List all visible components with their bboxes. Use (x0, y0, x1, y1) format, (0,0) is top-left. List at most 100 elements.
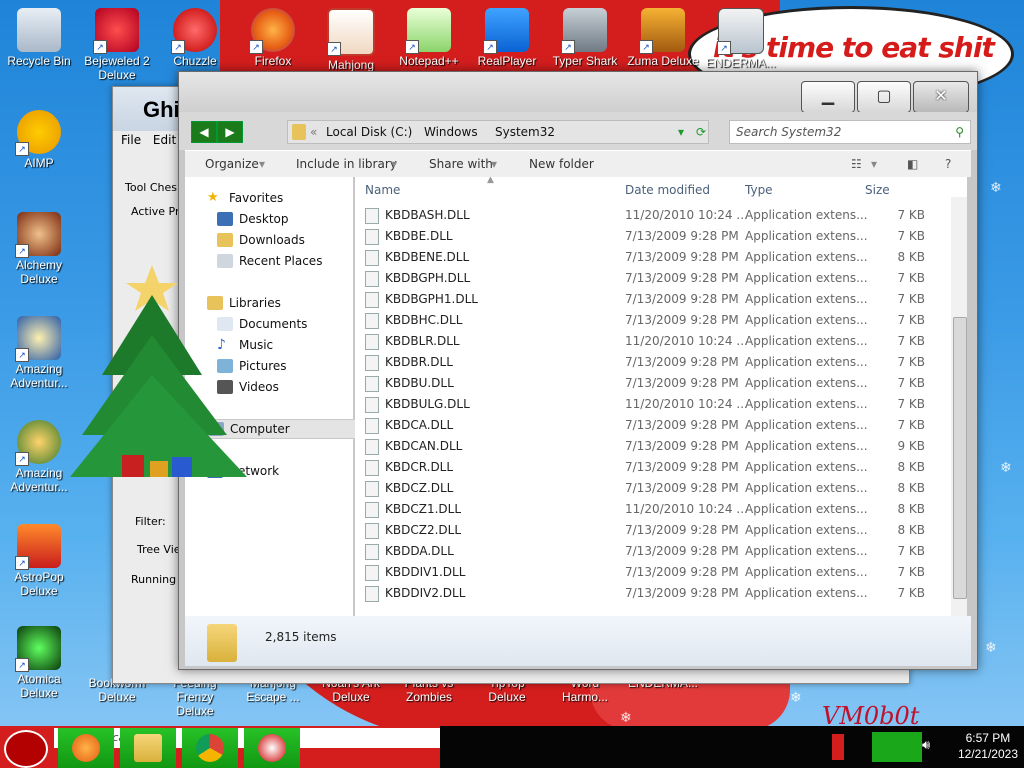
new-folder-button[interactable]: New folder (529, 157, 594, 171)
filter-label: Filter: (135, 515, 166, 528)
chrome-icon (196, 734, 224, 762)
desktop-icon-firefox[interactable]: ↗ Firefox (235, 8, 311, 68)
file-name: KBDBGPH.DLL (385, 271, 471, 285)
back-button[interactable]: ◀ (191, 121, 217, 143)
minimize-button[interactable]: ▁ (801, 81, 855, 113)
file-row[interactable]: KBDDA.DLL 7/13/2009 9:28 PM Application ex… (355, 541, 949, 562)
explorer-window[interactable]: ▁ ▢ ✕ ◀ ▶ « Local Disk (C:) Windows Syst… (178, 71, 978, 670)
taskbar-chrome[interactable] (182, 728, 238, 768)
tray-icon[interactable] (832, 734, 844, 760)
column-header-date[interactable]: Date modified (625, 183, 710, 197)
dropdown-arrow-icon[interactable]: ▾ (678, 121, 684, 143)
breadcrumb-system32[interactable]: System32 (495, 121, 555, 143)
file-row[interactable]: KBDCR.DLL 7/13/2009 9:28 PM Application ex… (355, 457, 949, 478)
file-row[interactable]: KBDDIV1.DLL 7/13/2009 9:28 PM Application … (355, 562, 949, 583)
file-row[interactable]: KBDCZ1.DLL 11/20/2010 10:24 ... Applicatio… (355, 499, 949, 520)
desktop-icon-zuma[interactable]: ↗ Zuma Deluxe (625, 8, 701, 68)
forward-button[interactable]: ▶ (217, 121, 243, 143)
organize-button[interactable]: Organize (205, 157, 259, 171)
column-header-size[interactable]: Size (865, 183, 890, 197)
file-row[interactable]: KBDBLR.DLL 11/20/2010 10:24 ... Applicatio… (355, 331, 949, 352)
vertical-scrollbar[interactable] (951, 197, 967, 617)
file-row[interactable]: KBDCZ.DLL 7/13/2009 9:28 PM Application ex… (355, 478, 949, 499)
nav-label: Downloads (239, 233, 305, 247)
file-row[interactable]: KBDCAN.DLL 7/13/2009 9:28 PM Application e… (355, 436, 949, 457)
desktop-icon-label: Firefox (254, 54, 292, 68)
file-type: Application extens... (745, 355, 868, 369)
clock[interactable]: 6:57 PM 12/21/2023 (958, 730, 1018, 762)
file-type: Application extens... (745, 523, 868, 537)
file-row[interactable]: KBDBHC.DLL 7/13/2009 9:28 PM Application e… (355, 310, 949, 331)
dll-file-icon (365, 502, 379, 518)
desktop-icon-chuzzle[interactable]: ↗ Chuzzle (157, 8, 233, 68)
address-bar[interactable]: « Local Disk (C:) Windows System32 ▾ ⟳ (287, 120, 709, 144)
nav-favorites[interactable]: ★ Favorites (207, 189, 283, 207)
desktop-icon-notepadpp[interactable]: ↗ Notepad++ (391, 8, 467, 68)
nav-downloads[interactable]: Downloads (217, 231, 305, 249)
file-date: 11/20/2010 10:24 ... (625, 502, 748, 516)
breadcrumb-local-disk[interactable]: Local Disk (C:) (326, 121, 412, 143)
desktop-icon-recycle-bin[interactable]: Recycle Bin (1, 8, 77, 68)
view-options-icon[interactable]: ☷ (851, 157, 862, 171)
breadcrumb-windows[interactable]: Windows (424, 121, 478, 143)
preview-pane-icon[interactable]: ◧ (907, 157, 918, 171)
taskbar-ghidra[interactable] (244, 728, 300, 768)
desktop-icon-enderman[interactable]: ↗ ENDERMA... (703, 8, 779, 70)
file-row[interactable]: KBDBR.DLL 7/13/2009 9:28 PM Application ex… (355, 352, 949, 373)
help-icon[interactable]: ? (945, 157, 951, 171)
menu-file[interactable]: File (121, 133, 141, 147)
desktop-icon-astropop[interactable]: ↗ AstroPop Deluxe (1, 524, 77, 598)
breadcrumb-chevron-icon: « (310, 125, 318, 139)
nav-desktop[interactable]: Desktop (217, 210, 289, 228)
address-bar-row: ◀ ▶ « Local Disk (C:) Windows System32 ▾… (179, 112, 977, 150)
taskbar-explorer[interactable] (120, 728, 176, 768)
refresh-icon[interactable]: ⟳ (696, 121, 706, 143)
search-input[interactable]: Search System32 ⚲ (729, 120, 971, 144)
file-row[interactable]: KBDBULG.DLL 11/20/2010 10:24 ... Applicati… (355, 394, 949, 415)
dll-file-icon (365, 586, 379, 602)
desktop-icon-label: Zuma Deluxe (627, 54, 699, 68)
scrollbar-thumb[interactable] (953, 317, 967, 599)
tray-network-icon[interactable] (872, 732, 922, 762)
file-row[interactable]: KBDBGPH1.DLL 7/13/2009 9:28 PM Application… (355, 289, 949, 310)
chevron-down-icon[interactable]: ▾ (871, 157, 877, 171)
folder-icon (292, 124, 306, 140)
file-size: 7 KB (897, 334, 925, 348)
file-date: 7/13/2009 9:28 PM (625, 355, 739, 369)
taskbar: Search Loca 🔊︎ 6:57 PM 12/21/2023 (0, 726, 1024, 768)
file-row[interactable]: KBDDIV2.DLL 7/13/2009 9:28 PM Application … (355, 583, 949, 604)
column-header-type[interactable]: Type (745, 183, 773, 197)
file-row[interactable]: KBDBU.DLL 7/13/2009 9:28 PM Application ex… (355, 373, 949, 394)
christmas-tree-icon (70, 265, 247, 477)
file-row[interactable]: KBDCZ2.DLL 7/13/2009 9:28 PM Application e… (355, 520, 949, 541)
close-button[interactable]: ✕ (913, 81, 969, 113)
file-date: 7/13/2009 9:28 PM (625, 376, 739, 390)
maximize-button[interactable]: ▢ (857, 81, 911, 113)
desktop-icon-realplayer[interactable]: ↗ RealPlayer (469, 8, 545, 68)
share-with-button[interactable]: Share with (429, 157, 493, 171)
clock-date: 12/21/2023 (957, 747, 1018, 761)
file-row[interactable]: KBDBASH.DLL 11/20/2010 10:24 ... Applicati… (355, 205, 949, 226)
start-button[interactable] (4, 730, 48, 768)
desktop-icon-aimp[interactable]: ↗ AIMP (1, 110, 77, 170)
file-row[interactable]: KBDBENE.DLL 7/13/2009 9:28 PM Application … (355, 247, 949, 268)
desktop-icon-typer-shark[interactable]: ↗ Typer Shark (547, 8, 623, 68)
column-header-name[interactable]: Name (365, 183, 400, 197)
dll-file-icon (365, 397, 379, 413)
desktop-icon-atomica[interactable]: ↗ Atomica Deluxe (1, 626, 77, 700)
file-name: KBDCR.DLL (385, 460, 454, 474)
desktop-icon-mahjong[interactable]: ↗ Mahjong (313, 8, 389, 72)
file-name: KBDBASH.DLL (385, 208, 470, 222)
snowflake-icon: ❄ (985, 640, 997, 656)
file-row[interactable]: KBDCA.DLL 7/13/2009 9:28 PM Application ex… (355, 415, 949, 436)
menu-edit[interactable]: Edit (153, 133, 176, 147)
ghidra-menubar: File Edit (121, 133, 184, 147)
desktop-icon-label: RealPlayer (477, 54, 537, 68)
file-row[interactable]: KBDBE.DLL 7/13/2009 9:28 PM Application ex… (355, 226, 949, 247)
include-in-library-button[interactable]: Include in library (296, 157, 397, 171)
taskbar-firefox[interactable] (58, 728, 114, 768)
explorer-titlebar[interactable]: ▁ ▢ ✕ (179, 72, 977, 113)
desktop-icon-bejeweled[interactable]: ↗ Bejeweled 2 Deluxe (79, 8, 155, 82)
file-row[interactable]: KBDBGPH.DLL 7/13/2009 9:28 PM Application … (355, 268, 949, 289)
volume-icon[interactable]: 🔊︎ (922, 738, 930, 753)
